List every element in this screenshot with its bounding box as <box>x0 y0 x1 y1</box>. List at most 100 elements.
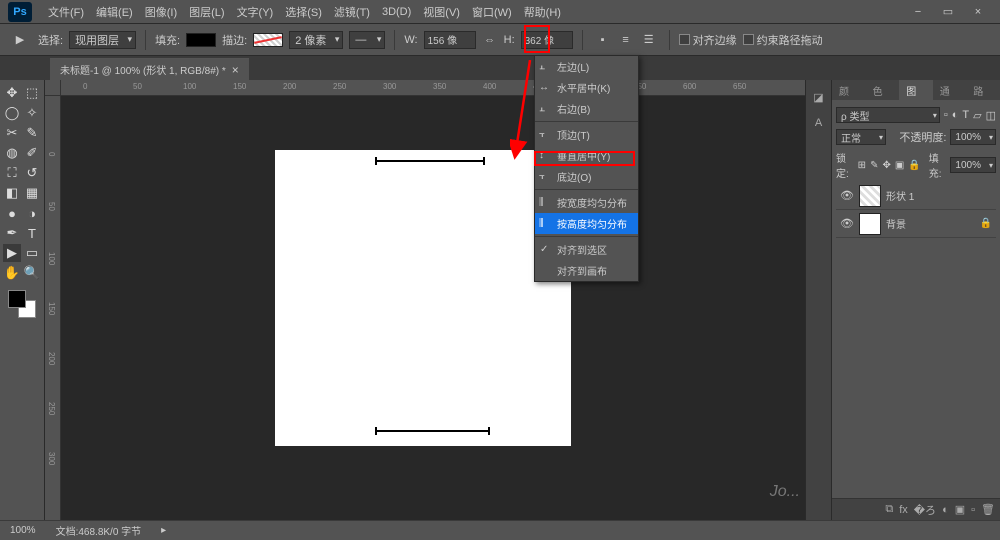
constrain-path-checkbox[interactable]: 约束路径拖动 <box>743 32 823 48</box>
delete-icon[interactable]: 🗑 <box>981 503 995 516</box>
move-tool[interactable]: ✥ <box>3 84 21 102</box>
tab-swatches[interactable]: 色板 <box>866 80 900 100</box>
fill-color-swatch[interactable] <box>186 33 216 47</box>
color-swatches[interactable] <box>8 290 36 318</box>
dock-icon-2[interactable]: A <box>810 114 828 132</box>
hand-tool[interactable]: ✋ <box>3 264 21 282</box>
stroke-color-swatch[interactable] <box>253 33 283 47</box>
layer-thumbnail[interactable] <box>859 213 881 235</box>
align-top[interactable]: ⫟顶边(T) <box>535 124 638 145</box>
zoom-level[interactable]: 100% <box>10 525 36 536</box>
opacity-value[interactable]: 100% <box>950 129 996 145</box>
eraser-tool[interactable]: ◧ <box>3 184 21 202</box>
stroke-width-dropdown[interactable]: 2 像素 <box>289 31 343 49</box>
menu-file[interactable]: 文件(F) <box>42 2 90 22</box>
distribute-width[interactable]: ⫼按宽度均匀分布 <box>535 192 638 213</box>
layer-kind-filter[interactable]: ρ 类型 <box>836 107 940 123</box>
menu-select[interactable]: 选择(S) <box>279 2 328 22</box>
filter-type-icon[interactable]: T <box>962 109 969 121</box>
tab-close-icon[interactable]: × <box>232 63 239 77</box>
close-button[interactable]: × <box>964 3 992 21</box>
brush-tool[interactable]: ✐ <box>23 144 41 162</box>
crop-tool[interactable]: ✂ <box>3 124 21 142</box>
select-scope-dropdown[interactable]: 现用图层 <box>69 31 136 49</box>
lock-artboard-icon[interactable]: ▣ <box>895 160 904 171</box>
tab-color[interactable]: 颜色 <box>832 80 866 100</box>
fx-icon[interactable]: fx <box>899 504 908 516</box>
lock-pixels-icon[interactable]: ✎ <box>870 160 878 171</box>
menu-edit[interactable]: 编辑(E) <box>90 2 139 22</box>
dodge-tool[interactable]: ◑ <box>23 204 41 222</box>
new-layer-icon[interactable]: ▫ <box>971 504 975 516</box>
tab-channels[interactable]: 通道 <box>933 80 967 100</box>
fill-opacity-value[interactable]: 100% <box>950 157 996 173</box>
align-hcenter[interactable]: ↔水平居中(K) <box>535 77 638 98</box>
shape-line-1[interactable] <box>375 160 485 162</box>
shape-line-2[interactable] <box>375 430 490 432</box>
layer-row[interactable]: 👁 背景 🔒 <box>836 210 996 238</box>
align-bottom[interactable]: ⫟底边(O) <box>535 166 638 187</box>
status-chevron-icon[interactable]: ▸ <box>161 525 166 536</box>
path-operations-button[interactable]: ▪ <box>592 30 614 50</box>
filter-smart-icon[interactable]: ◫ <box>986 109 996 122</box>
visibility-icon[interactable]: 👁 <box>840 189 854 202</box>
magic-wand-tool[interactable]: ✧ <box>23 104 41 122</box>
filter-shape-icon[interactable]: ▱ <box>973 109 981 122</box>
document-tab[interactable]: 未标题-1 @ 100% (形状 1, RGB/8#) * × <box>50 58 249 80</box>
menu-filter[interactable]: 滤镜(T) <box>328 2 376 22</box>
pen-tool[interactable]: ✒ <box>3 224 21 242</box>
path-arrangement-button[interactable]: ☰ <box>638 30 660 50</box>
distribute-height[interactable]: ⫼按高度均匀分布 <box>535 213 638 234</box>
width-input[interactable] <box>424 31 476 49</box>
align-to-selection[interactable]: ✓对齐到选区 <box>535 239 638 260</box>
path-alignment-button[interactable]: ≡ <box>615 30 637 50</box>
layer-thumbnail[interactable] <box>859 185 881 207</box>
path-selection-tool[interactable]: ▶ <box>3 244 21 262</box>
lasso-tool[interactable]: ◯ <box>3 104 21 122</box>
eyedropper-tool[interactable]: ✎ <box>23 124 41 142</box>
filter-adjust-icon[interactable]: ◐ <box>952 109 959 121</box>
restore-button[interactable]: ▭ <box>934 3 962 21</box>
menu-view[interactable]: 视图(V) <box>417 2 466 22</box>
align-right[interactable]: ⫠右边(B) <box>535 98 638 119</box>
align-to-canvas[interactable]: 对齐到画布 <box>535 260 638 281</box>
lock-all-icon[interactable]: 🔒 <box>908 160 920 171</box>
minimize-button[interactable]: − <box>904 3 932 21</box>
menu-window[interactable]: 窗口(W) <box>466 2 518 22</box>
group-icon[interactable]: ▣ <box>955 503 965 516</box>
layer-row[interactable]: 👁 形状 1 <box>836 182 996 210</box>
document-canvas[interactable] <box>275 150 571 446</box>
link-wh-icon[interactable]: ⇔ <box>482 32 498 48</box>
marquee-tool[interactable]: ⬚ <box>23 84 41 102</box>
blur-tool[interactable]: ● <box>3 204 21 222</box>
lock-position-icon[interactable]: ✥ <box>882 160 890 171</box>
shape-tool[interactable]: ▭ <box>23 244 41 262</box>
menu-3d[interactable]: 3D(D) <box>376 4 417 20</box>
type-tool[interactable]: T <box>23 224 41 242</box>
layer-name[interactable]: 背景 <box>886 216 975 231</box>
menu-layer[interactable]: 图层(L) <box>183 2 230 22</box>
history-brush-tool[interactable]: ↺ <box>23 164 41 182</box>
menu-type[interactable]: 文字(Y) <box>231 2 280 22</box>
foreground-color[interactable] <box>8 290 26 308</box>
gradient-tool[interactable]: ▦ <box>23 184 41 202</box>
stamp-tool[interactable]: ⛶ <box>3 164 21 182</box>
tab-paths[interactable]: 路径 <box>966 80 1000 100</box>
stroke-style-dropdown[interactable]: — <box>349 31 385 49</box>
tab-layers[interactable]: 图层 <box>899 80 933 100</box>
menu-help[interactable]: 帮助(H) <box>518 2 567 22</box>
adjustment-icon[interactable]: ◐ <box>942 504 949 516</box>
visibility-icon[interactable]: 👁 <box>840 217 854 230</box>
zoom-tool[interactable]: 🔍 <box>23 264 41 282</box>
dock-icon-1[interactable]: ◪ <box>810 88 828 106</box>
mask-icon[interactable]: �ろ <box>914 502 936 518</box>
align-left[interactable]: ⫠左边(L) <box>535 56 638 77</box>
blend-mode-dropdown[interactable]: 正常 <box>836 129 886 145</box>
lock-transparency-icon[interactable]: ⊞ <box>858 160 866 171</box>
filter-pixel-icon[interactable]: ▫ <box>944 109 948 121</box>
healing-tool[interactable]: ◍ <box>3 144 21 162</box>
align-edges-checkbox[interactable]: 对齐边缘 <box>679 32 737 48</box>
layer-name[interactable]: 形状 1 <box>886 188 992 203</box>
link-layers-icon[interactable]: ⧉ <box>885 503 893 516</box>
menu-image[interactable]: 图像(I) <box>139 2 183 22</box>
